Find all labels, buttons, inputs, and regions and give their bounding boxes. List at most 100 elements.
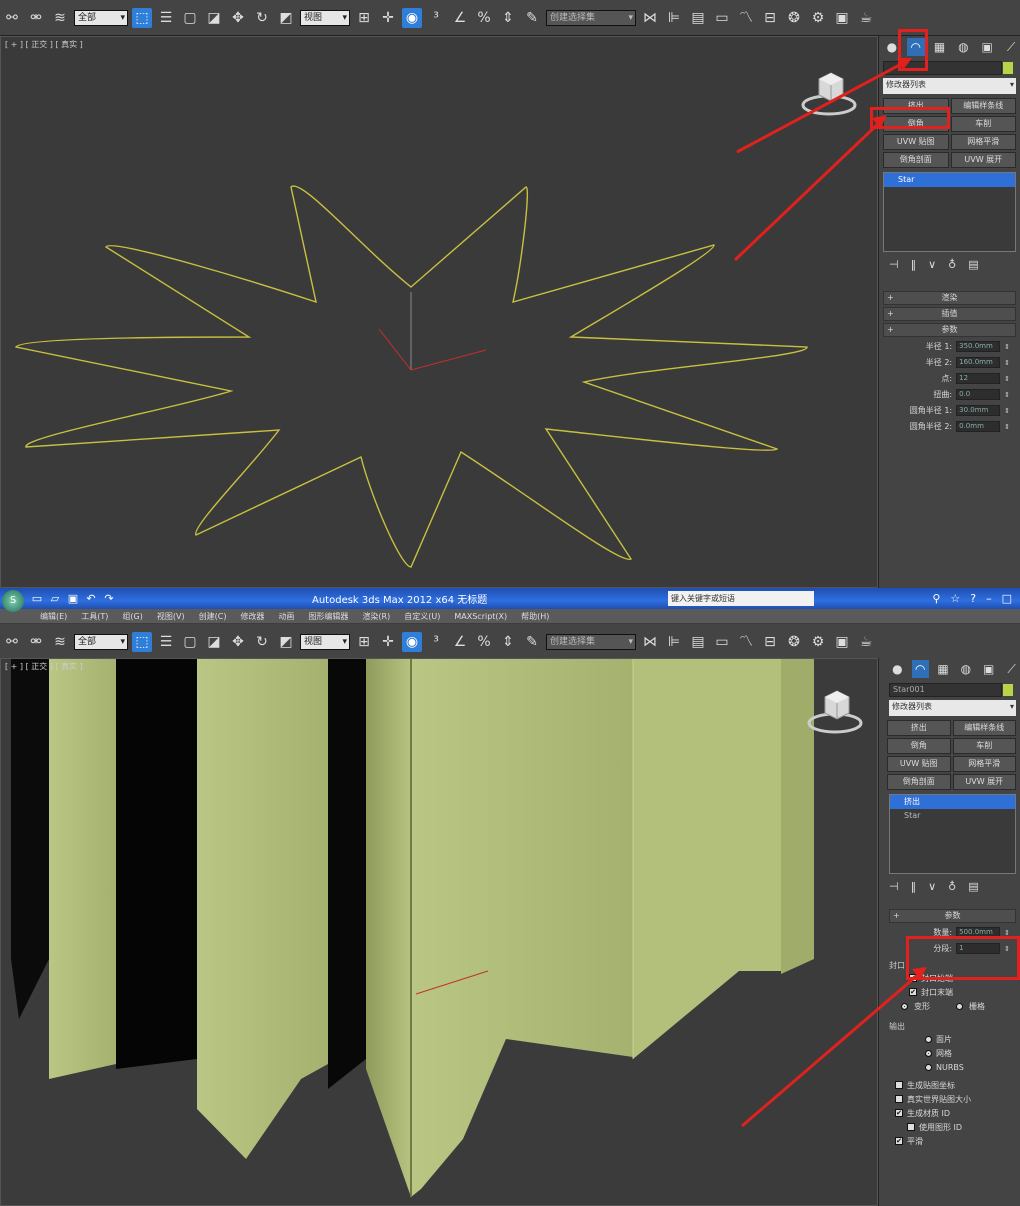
select-object-icon[interactable]: ⬚ bbox=[132, 7, 152, 28]
menu-item[interactable]: 动画 bbox=[278, 611, 294, 622]
spinner-snap-icon[interactable]: ⇕ bbox=[498, 8, 518, 28]
angle-snap-icon[interactable]: ∠ bbox=[450, 632, 470, 652]
create-tab-icon[interactable]: ● bbox=[889, 660, 906, 678]
binoculars-icon[interactable]: ⚲ bbox=[932, 592, 940, 605]
output-mesh[interactable]: 网格 bbox=[925, 1046, 1020, 1060]
maximize-icon[interactable]: □ bbox=[1002, 592, 1012, 605]
spinner-arrows-icon[interactable]: ⇕ bbox=[1004, 375, 1010, 383]
render-setup-icon[interactable]: ⚙ bbox=[808, 632, 828, 652]
unlink-icon[interactable]: ⚮ bbox=[26, 632, 46, 652]
ribbon-icon[interactable]: ▭ bbox=[712, 632, 732, 652]
gen-mapping-checkbox[interactable]: 生成贴图坐标 bbox=[895, 1078, 1020, 1092]
stack-item-star[interactable]: Star bbox=[884, 173, 1015, 187]
smooth-checkbox[interactable]: ✔ 平滑 bbox=[895, 1134, 1020, 1148]
render-frame-icon[interactable]: ▣ bbox=[832, 8, 852, 28]
menu-item[interactable]: 修改器 bbox=[240, 611, 264, 622]
bind-spacewarp-icon[interactable]: ≋ bbox=[50, 8, 70, 28]
open-icon[interactable]: ▱ bbox=[48, 592, 62, 606]
checkbox-icon[interactable]: ✔ bbox=[895, 1137, 903, 1145]
help-icon[interactable]: ? bbox=[970, 592, 976, 605]
menu-item[interactable]: 编辑(E) bbox=[40, 611, 67, 622]
checkbox-icon[interactable] bbox=[907, 1123, 915, 1131]
mirror-icon[interactable]: ⋈ bbox=[640, 8, 660, 28]
use-shape-id-checkbox[interactable]: 使用图形 ID bbox=[907, 1120, 1020, 1134]
lathe-button[interactable]: 车削 bbox=[952, 738, 1016, 754]
percent-snap-icon[interactable]: % bbox=[474, 632, 494, 652]
selection-filter-dropdown[interactable]: 全部 bbox=[74, 9, 128, 26]
star-shape-icon[interactable] bbox=[1, 37, 878, 588]
modifier-stack[interactable]: 挤出 Star bbox=[889, 794, 1016, 874]
motion-tab-icon[interactable]: ◍ bbox=[957, 660, 974, 678]
param-spinner[interactable]: 350.0mm bbox=[956, 341, 1001, 352]
edit-spline-button[interactable]: 编辑样条线 bbox=[950, 98, 1016, 114]
pivot-icon[interactable]: ⊞ bbox=[354, 632, 374, 652]
radio-grid[interactable] bbox=[956, 1002, 963, 1010]
layer-icon[interactable]: ▤ bbox=[688, 632, 708, 652]
motion-tab-icon[interactable]: ◍ bbox=[954, 38, 972, 56]
spinner-arrows-icon[interactable]: ⇕ bbox=[1004, 407, 1010, 415]
spinner-snap-icon[interactable]: ⇕ bbox=[498, 632, 518, 652]
star-icon[interactable]: ☆ bbox=[950, 592, 960, 605]
output-patch[interactable]: 面片 bbox=[925, 1032, 1020, 1046]
meshsmooth-button[interactable]: 网格平滑 bbox=[950, 134, 1016, 150]
radio-nurbs[interactable] bbox=[925, 1063, 932, 1071]
rect-select-icon[interactable]: ▢ bbox=[180, 632, 200, 652]
render-teapot-icon[interactable]: ☕ bbox=[856, 632, 876, 652]
pin-stack-icon[interactable]: ⊣ bbox=[889, 258, 899, 271]
menu-item[interactable]: 渲染(R) bbox=[362, 611, 390, 622]
keyboard-shortcut-icon[interactable]: ◉ bbox=[402, 7, 422, 28]
make-unique-icon[interactable]: ∨ bbox=[928, 258, 936, 271]
uvw-map-button[interactable]: UVW 贴图 bbox=[883, 134, 949, 150]
modifier-stack[interactable]: Star bbox=[883, 172, 1016, 252]
percent-snap-icon[interactable]: % bbox=[474, 8, 494, 28]
gen-matid-checkbox[interactable]: ✔ 生成材质 ID bbox=[895, 1106, 1020, 1120]
show-end-result-icon[interactable]: ‖ bbox=[911, 258, 917, 271]
extruded-star-icon[interactable] bbox=[1, 659, 878, 1206]
select-by-name-icon[interactable]: ☰ bbox=[156, 632, 176, 652]
select-object-icon[interactable]: ⬚ bbox=[132, 631, 152, 652]
render-setup-icon[interactable]: ⚙ bbox=[808, 8, 828, 28]
redo-icon[interactable]: ↷ bbox=[102, 592, 116, 606]
rollout-parameters[interactable]: 参数 bbox=[883, 323, 1016, 337]
edit-spline-button[interactable]: 编辑样条线 bbox=[952, 720, 1016, 736]
window-crossing-icon[interactable]: ◪ bbox=[204, 8, 224, 28]
perspective-viewport[interactable]: [ + ] [ 正交 ] [ 真实 ] bbox=[0, 36, 878, 588]
remove-modifier-icon[interactable]: ♁ bbox=[948, 880, 956, 893]
rollout-rendering[interactable]: 渲染 bbox=[883, 291, 1016, 305]
modifier-list-dropdown[interactable]: 修改器列表 bbox=[883, 78, 1016, 94]
bevel-profile-button[interactable]: 倒角剖面 bbox=[883, 152, 949, 168]
real-world-checkbox[interactable]: 真实世界贴图大小 bbox=[895, 1092, 1020, 1106]
undo-icon[interactable]: ↶ bbox=[84, 592, 98, 606]
app-logo-icon[interactable]: S bbox=[2, 590, 24, 612]
move-icon[interactable]: ✥ bbox=[228, 8, 248, 28]
viewport-label[interactable]: [ + ] [ 正交 ] [ 真实 ] bbox=[5, 39, 83, 50]
radio-patch[interactable] bbox=[925, 1035, 932, 1043]
spinner-arrows-icon[interactable]: ⇕ bbox=[1004, 391, 1010, 399]
menu-item[interactable]: 视图(V) bbox=[157, 611, 185, 622]
param-spinner[interactable]: 12 bbox=[956, 373, 1001, 384]
menu-item[interactable]: 自定义(U) bbox=[404, 611, 440, 622]
snap-3d-icon[interactable]: ³ bbox=[426, 632, 446, 652]
search-input[interactable]: 键入关键字或短语 bbox=[668, 591, 814, 606]
utilities-tab-icon[interactable]: ⟋ bbox=[1003, 660, 1020, 678]
curve-editor-icon[interactable]: 〽 bbox=[736, 8, 756, 28]
meshsmooth-button[interactable]: 网格平滑 bbox=[952, 756, 1016, 772]
link-icon[interactable]: ⚯ bbox=[2, 8, 22, 28]
checkbox-icon[interactable] bbox=[895, 1095, 903, 1103]
uvw-unwrap-button[interactable]: UVW 展开 bbox=[950, 152, 1016, 168]
hierarchy-tab-icon[interactable]: ▦ bbox=[935, 660, 952, 678]
spinner-arrows-icon[interactable]: ⇕ bbox=[1004, 423, 1010, 431]
schematic-icon[interactable]: ⊟ bbox=[760, 632, 780, 652]
checkbox-icon[interactable] bbox=[895, 1081, 903, 1089]
ribbon-icon[interactable]: ▭ bbox=[712, 8, 732, 28]
ref-coord-dropdown[interactable]: 视图 bbox=[300, 9, 350, 26]
named-selection-dropdown[interactable]: 创建选择集 bbox=[546, 9, 636, 26]
render-teapot-icon[interactable]: ☕ bbox=[856, 8, 876, 28]
checkbox-icon[interactable]: ✔ bbox=[895, 1109, 903, 1117]
save-icon[interactable]: ▣ bbox=[66, 592, 80, 606]
align-icon[interactable]: ⊫ bbox=[664, 632, 684, 652]
rotate-icon[interactable]: ↻ bbox=[252, 8, 272, 28]
show-end-result-icon[interactable]: ‖ bbox=[911, 880, 917, 893]
manipulate-icon[interactable]: ✛ bbox=[378, 8, 398, 28]
viewcube-icon[interactable] bbox=[807, 683, 863, 739]
